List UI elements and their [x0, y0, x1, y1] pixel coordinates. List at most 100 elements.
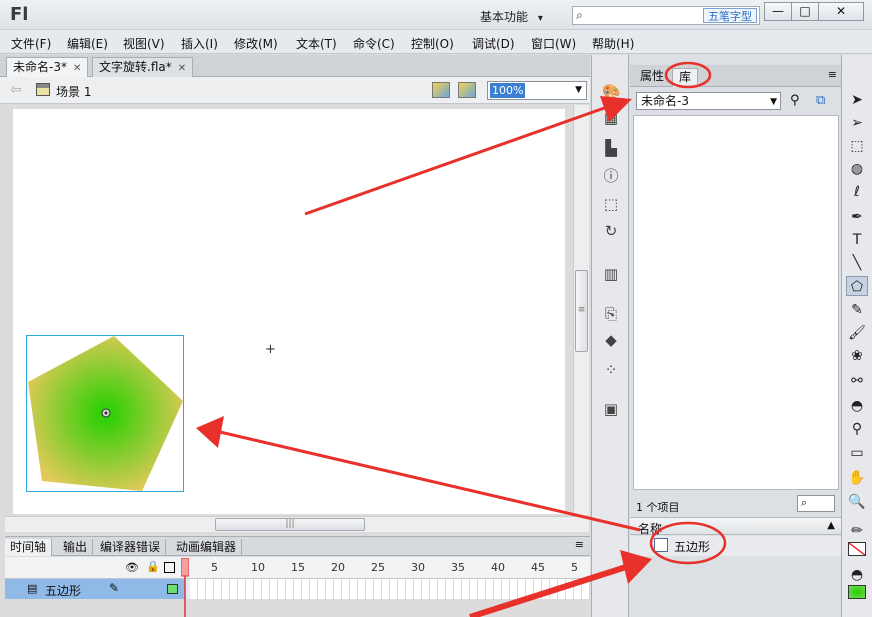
library-item[interactable]: 五边形: [630, 536, 841, 556]
history-icon[interactable]: ↻: [602, 222, 620, 240]
close-button[interactable]: ✕: [818, 2, 864, 21]
scene-label: 场景 1: [56, 85, 92, 99]
transform-icon[interactable]: ⬚: [602, 195, 620, 213]
document-tabs: 未命名-3* ✕ 文字旋转.fla* ✕: [0, 55, 590, 77]
brush-tool-icon[interactable]: 🖌: [846, 323, 868, 343]
tab-library[interactable]: 库: [672, 68, 699, 87]
app-logo: Fl: [10, 4, 29, 25]
stroke-swatch[interactable]: [846, 542, 868, 562]
3d-rotation-tool-icon[interactable]: ◍: [846, 159, 868, 179]
library-document-select[interactable]: 未命名-3 ▼: [636, 92, 781, 110]
menu-commands[interactable]: 命令(C): [353, 35, 395, 52]
horizontal-scrollbar[interactable]: |||: [5, 516, 589, 532]
playhead[interactable]: [181, 558, 189, 617]
line-tool-icon[interactable]: ╲: [846, 253, 868, 273]
layer-icon: ▤: [27, 582, 38, 595]
pencil-tool-icon[interactable]: ✎: [846, 300, 868, 320]
timeline-tabs: 时间轴 输出 编译器错误 动画编辑器 ≡: [5, 536, 590, 556]
tab-compiler-errors[interactable]: 编译器错误: [95, 539, 167, 556]
library-item-label: 五边形: [674, 540, 711, 554]
frame-number: 5: [571, 561, 578, 574]
frame-cells[interactable]: [190, 579, 590, 599]
sort-icon[interactable]: ▲: [827, 520, 835, 531]
workspace-switcher[interactable]: 基本功能 ▾: [480, 8, 543, 25]
eraser-tool-icon[interactable]: ▭: [846, 443, 868, 463]
vertical-scrollbar[interactable]: ≡: [573, 105, 589, 515]
deco-tool-icon[interactable]: ❀: [846, 346, 868, 366]
hand-tool-icon[interactable]: ✋: [846, 468, 868, 488]
frame-number: 40: [491, 561, 505, 574]
swatches-grid-icon[interactable]: ▦: [602, 109, 620, 127]
outline-icon[interactable]: [164, 562, 175, 573]
layer-name[interactable]: 五边形: [45, 582, 81, 599]
paint-bucket-tool-icon[interactable]: ◓: [846, 396, 868, 416]
motion-presets-icon[interactable]: ⁘: [602, 361, 620, 379]
menu-insert[interactable]: 插入(I): [181, 35, 218, 52]
menu-modify[interactable]: 修改(M): [234, 35, 278, 52]
library-search-input[interactable]: ⌕: [797, 495, 835, 512]
lasso-tool-icon[interactable]: ℓ: [846, 182, 868, 202]
search-icon: ⌕: [576, 8, 583, 22]
panel-menu-icon[interactable]: ≡: [828, 68, 837, 81]
color-palette-icon[interactable]: 🎨: [602, 83, 621, 101]
close-icon[interactable]: ✕: [73, 63, 81, 74]
align-icon[interactable]: ▙: [602, 139, 620, 157]
layer-row[interactable]: ▤ 五边形 ✎: [5, 579, 590, 599]
menu-window[interactable]: 窗口(W): [531, 35, 576, 52]
menu-debug[interactable]: 调试(D): [472, 35, 515, 52]
eye-icon[interactable]: 👁: [125, 561, 139, 574]
pin-library-icon[interactable]: ⚲: [790, 93, 800, 108]
eyedropper-tool-icon[interactable]: ⚲: [846, 419, 868, 439]
pencil-icon: ✎: [109, 581, 120, 595]
tab-timeline[interactable]: 时间轴: [5, 539, 53, 556]
scroll-thumb[interactable]: |||: [215, 518, 365, 531]
panel-menu-icon[interactable]: ≡: [575, 538, 584, 551]
info-icon[interactable]: ⓘ: [602, 167, 620, 185]
menu-help[interactable]: 帮助(H): [592, 35, 634, 52]
close-icon[interactable]: ✕: [178, 63, 186, 74]
maximize-button[interactable]: □: [791, 2, 819, 21]
layer-color-swatch[interactable]: [167, 584, 178, 594]
back-arrow-icon[interactable]: ⇦: [10, 82, 22, 98]
code-snippets-icon[interactable]: ◆: [602, 331, 620, 349]
lock-icon[interactable]: 🔒: [146, 560, 160, 573]
doc-tab-text-rotate[interactable]: 文字旋转.fla* ✕: [92, 57, 194, 77]
text-tool-icon[interactable]: T: [846, 230, 868, 250]
help-search-input[interactable]: ⌕ 五笔字型: [572, 6, 760, 25]
zoom-tool-icon[interactable]: 🔍: [846, 492, 868, 512]
new-library-panel-icon[interactable]: ⧉: [816, 93, 825, 108]
menu-control[interactable]: 控制(O): [411, 35, 454, 52]
tab-properties[interactable]: 属性: [634, 68, 670, 87]
doc-tab-untitled[interactable]: 未命名-3* ✕: [6, 57, 89, 77]
doc-tab-label: 未命名-3*: [13, 60, 67, 74]
crosshair-cursor-icon: +: [265, 342, 276, 357]
menu-text[interactable]: 文本(T): [296, 35, 337, 52]
components-icon[interactable]: ▥: [602, 265, 620, 283]
menu-edit[interactable]: 编辑(E): [67, 35, 108, 52]
menu-view[interactable]: 视图(V): [123, 35, 165, 52]
fill-swatch[interactable]: [846, 585, 868, 605]
library-column-header[interactable]: 名称 ▲: [630, 517, 841, 536]
bone-tool-icon[interactable]: ⚯: [846, 371, 868, 391]
edit-scene-icon[interactable]: [432, 82, 450, 98]
title-bar: Fl 基本功能 ▾ ⌕ 五笔字型 — □ ✕: [0, 0, 872, 30]
zoom-select[interactable]: 100% ▼: [487, 81, 587, 100]
pen-tool-icon[interactable]: ✒: [846, 207, 868, 227]
polystar-tool-icon[interactable]: ⬠: [846, 276, 868, 296]
actions-icon[interactable]: ⎘: [602, 305, 620, 323]
menu-file[interactable]: 文件(F): [11, 35, 51, 52]
tab-motion-editor[interactable]: 动画编辑器: [171, 539, 243, 556]
subselection-tool-icon[interactable]: ➢: [846, 113, 868, 133]
tab-output[interactable]: 输出: [58, 539, 94, 556]
frame-number: 20: [331, 561, 345, 574]
edit-symbols-icon[interactable]: [458, 82, 476, 98]
free-transform-tool-icon[interactable]: ⬚: [846, 136, 868, 156]
scroll-thumb[interactable]: ≡: [575, 270, 588, 352]
stroke-color-icon[interactable]: ✏: [846, 521, 868, 541]
scene-panel-icon[interactable]: ▣: [602, 400, 620, 418]
selection-tool-icon[interactable]: ➤: [846, 90, 868, 110]
fill-color-icon[interactable]: ◓: [846, 565, 868, 585]
panel-icon-strip: 🎨 ▦ ▙ ⓘ ⬚ ↻ ▥ ⎘ ◆ ⁘ ▣: [591, 55, 629, 617]
chevron-down-icon: ▼: [575, 85, 582, 95]
minimize-button[interactable]: —: [764, 2, 792, 21]
